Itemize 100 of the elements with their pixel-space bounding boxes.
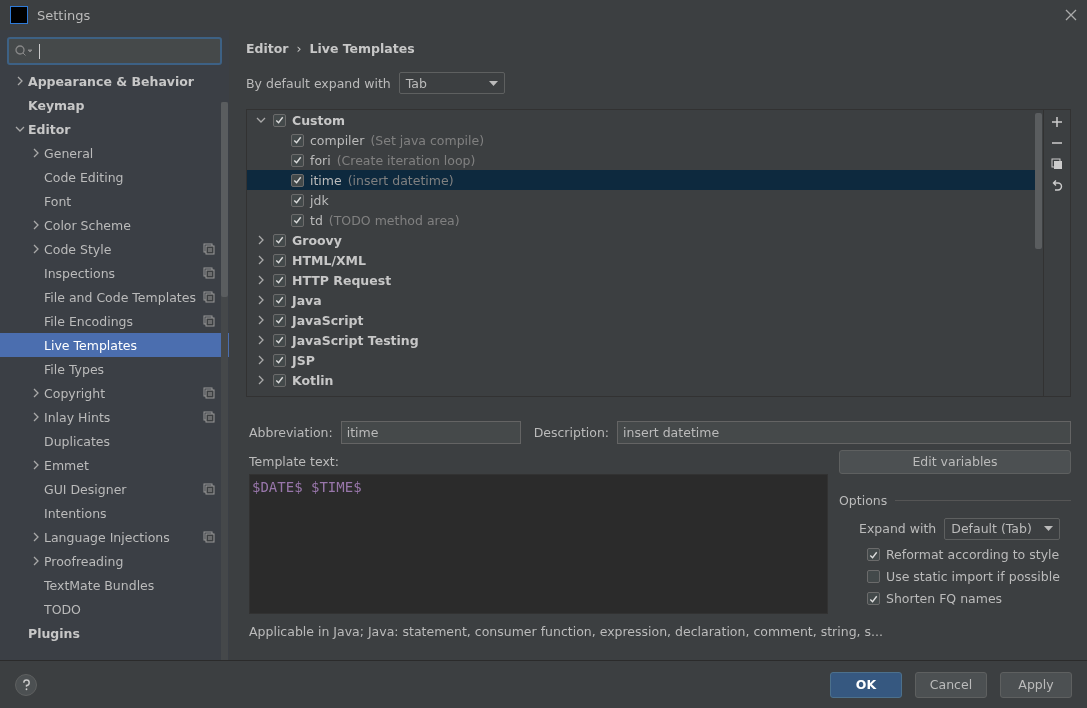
sidebar-item[interactable]: TODO	[0, 597, 229, 621]
template-row[interactable]: compiler (Set java compile)	[247, 130, 1035, 150]
checkbox[interactable]	[291, 133, 304, 147]
chevron-right-icon[interactable]	[31, 532, 41, 542]
checkbox[interactable]	[291, 193, 304, 207]
breadcrumb-separator: ›	[296, 40, 302, 56]
template-row[interactable]: itime (insert datetime)	[247, 170, 1035, 190]
checkbox-label[interactable]: Shorten FQ names	[886, 591, 1003, 606]
abbreviation-field[interactable]: itime	[340, 421, 521, 444]
sidebar-item[interactable]: Color Scheme	[0, 213, 229, 237]
scrollbar[interactable]	[1035, 113, 1042, 249]
checkbox[interactable]	[273, 333, 286, 347]
checkbox[interactable]	[273, 273, 286, 287]
chevron-right-icon[interactable]	[31, 412, 41, 422]
dialog-button[interactable]: Apply	[1000, 671, 1072, 698]
chevron-right-icon[interactable]	[15, 76, 25, 86]
chevron-right-icon[interactable]	[31, 244, 41, 254]
sidebar-item[interactable]: Copyright	[0, 381, 229, 405]
template-group[interactable]: Custom	[292, 112, 346, 128]
expand-dropdown[interactable]: Default (Tab)	[944, 517, 1061, 540]
chevron-right-icon[interactable]	[256, 355, 266, 365]
expand-dropdown[interactable]: Tab	[398, 72, 505, 94]
chevron-down-icon[interactable]	[15, 124, 25, 134]
sidebar-item[interactable]: Inlay Hints	[0, 405, 229, 429]
checkbox[interactable]	[273, 253, 286, 267]
sidebar-item[interactable]: Appearance & Behavior	[0, 69, 229, 93]
sidebar-item[interactable]: Intentions	[0, 501, 229, 525]
checkbox[interactable]	[867, 570, 880, 583]
add-icon[interactable]	[1051, 116, 1063, 128]
checkbox[interactable]	[291, 173, 304, 187]
checkbox[interactable]	[291, 153, 304, 167]
chevron-right-icon[interactable]	[256, 235, 266, 245]
template-group[interactable]: Groovy	[292, 232, 342, 248]
scrollbar[interactable]	[221, 102, 228, 297]
copy-icon[interactable]	[1051, 158, 1063, 170]
checkbox[interactable]	[867, 592, 880, 605]
chevron-right-icon[interactable]	[31, 556, 41, 566]
sidebar-item[interactable]: General	[0, 141, 229, 165]
search-field[interactable]	[7, 37, 222, 65]
checkbox[interactable]	[273, 373, 286, 387]
chevron-right-icon[interactable]	[256, 375, 266, 385]
ok-button[interactable]: OK	[830, 671, 902, 698]
checkbox[interactable]	[291, 213, 304, 227]
sidebar-item[interactable]: Plugins	[0, 621, 229, 645]
chevron-right-icon[interactable]	[31, 460, 41, 470]
checkbox[interactable]	[273, 113, 286, 127]
sidebar-item[interactable]: Live Templates	[0, 333, 229, 357]
template-row[interactable]: fori (Create iteration loop)	[247, 150, 1035, 170]
sidebar-item[interactable]: Code Style	[0, 237, 229, 261]
chevron-right-icon[interactable]	[256, 275, 266, 285]
sidebar-item[interactable]: Inspections	[0, 261, 229, 285]
checkbox[interactable]	[273, 233, 286, 247]
close-icon[interactable]	[1065, 9, 1077, 21]
sidebar-item[interactable]: Keymap	[0, 93, 229, 117]
template-editor[interactable]: $DATE$ $TIME$	[249, 474, 828, 614]
sidebar-item[interactable]: TextMate Bundles	[0, 573, 229, 597]
template-group[interactable]: HTML/XML	[292, 252, 366, 268]
checkbox-label[interactable]: Use static import if possible	[886, 569, 1060, 584]
sidebar-item[interactable]: GUI Designer	[0, 477, 229, 501]
sidebar-item[interactable]: Editor	[0, 117, 229, 141]
sidebar-item[interactable]: File Encodings	[0, 309, 229, 333]
chevron-right-icon[interactable]	[256, 315, 266, 325]
sidebar-item[interactable]: Language Injections	[0, 525, 229, 549]
checkbox[interactable]	[273, 353, 286, 367]
template-group[interactable]: JavaScript	[292, 312, 364, 328]
sidebar-item[interactable]: File Types	[0, 357, 229, 381]
dialog-button[interactable]: Cancel	[915, 671, 987, 698]
chevron-right-icon[interactable]	[256, 255, 266, 265]
sidebar-item[interactable]: Duplicates	[0, 429, 229, 453]
checkbox[interactable]	[867, 548, 880, 561]
breadcrumb-item[interactable]: Editor	[246, 40, 289, 56]
template-group[interactable]: Kotlin	[292, 372, 334, 388]
dropdown-arrow-icon	[488, 80, 498, 86]
copy-icon	[203, 243, 215, 255]
chevron-right-icon[interactable]	[31, 388, 41, 398]
template-group[interactable]: JSP	[292, 352, 315, 368]
chevron-right-icon[interactable]	[31, 148, 41, 158]
template-group[interactable]: JavaScript Testing	[292, 332, 419, 348]
edit-variables-button[interactable]: Edit variables	[839, 449, 1071, 474]
template-row[interactable]: jdk	[247, 190, 1035, 210]
sidebar-item[interactable]: Proofreading	[0, 549, 229, 573]
sidebar-item[interactable]: Code Editing	[0, 165, 229, 189]
undo-icon[interactable]	[1051, 179, 1063, 191]
chevron-right-icon[interactable]	[256, 335, 266, 345]
sidebar-item[interactable]: Font	[0, 189, 229, 213]
chevron-right-icon[interactable]	[31, 220, 41, 230]
chevron-right-icon[interactable]	[256, 295, 266, 305]
template-group[interactable]: Java	[292, 292, 322, 308]
template-abbreviation: compiler	[310, 132, 365, 148]
chevron-down-icon[interactable]	[256, 115, 266, 125]
checkbox[interactable]	[273, 313, 286, 327]
breadcrumb-item[interactable]: Live Templates	[309, 40, 415, 56]
template-row[interactable]: td (TODO method area)	[247, 210, 1035, 230]
checkbox[interactable]	[273, 293, 286, 307]
sidebar-item[interactable]: File and Code Templates	[0, 285, 229, 309]
help-icon[interactable]	[15, 673, 37, 696]
sidebar-item[interactable]: Emmet	[0, 453, 229, 477]
checkbox-label[interactable]: Reformat according to style	[886, 547, 1060, 562]
description-field[interactable]: insert datetime	[617, 421, 1071, 444]
template-group[interactable]: HTTP Request	[292, 272, 392, 288]
